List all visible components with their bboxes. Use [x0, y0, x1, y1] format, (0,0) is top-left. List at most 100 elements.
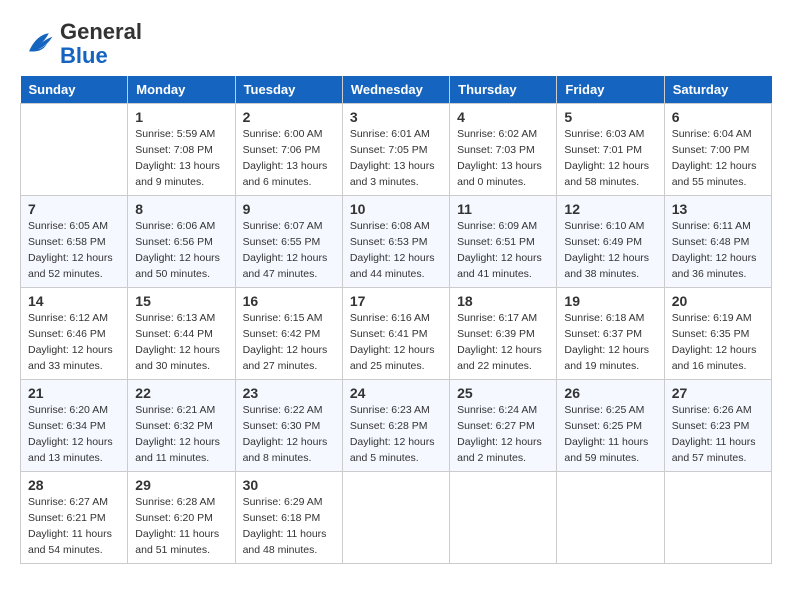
calendar-cell: 4Sunrise: 6:02 AMSunset: 7:03 PMDaylight…: [450, 104, 557, 196]
calendar-table: SundayMondayTuesdayWednesdayThursdayFrid…: [20, 76, 772, 564]
day-number: 30: [243, 477, 335, 493]
day-number: 8: [135, 201, 227, 217]
day-info: Sunrise: 6:26 AMSunset: 6:23 PMDaylight:…: [672, 403, 764, 466]
day-info: Sunrise: 6:25 AMSunset: 6:25 PMDaylight:…: [564, 403, 656, 466]
day-number: 9: [243, 201, 335, 217]
week-row-4: 21Sunrise: 6:20 AMSunset: 6:34 PMDayligh…: [21, 380, 772, 472]
week-row-1: 1 Sunrise: 5:59 AMSunset: 7:08 PMDaylight…: [21, 104, 772, 196]
calendar-cell: 23 Sunrise: 6:22 AMSunset: 6:30 PMDayligh…: [235, 380, 342, 472]
day-header-monday: Monday: [128, 76, 235, 104]
day-header-wednesday: Wednesday: [342, 76, 449, 104]
logo-bird-icon: [20, 26, 56, 62]
calendar-cell: 5 Sunrise: 6:03 AMSunset: 7:01 PMDaylight…: [557, 104, 664, 196]
calendar-cell: 26 Sunrise: 6:25 AMSunset: 6:25 PMDayligh…: [557, 380, 664, 472]
day-number: 2: [243, 109, 335, 125]
day-number: 18: [457, 293, 549, 309]
day-info: Sunrise: 6:11 AMSunset: 6:48 PMDaylight:…: [672, 219, 764, 282]
day-number: 16: [243, 293, 335, 309]
day-info: Sunrise: 6:16 AMSunset: 6:41 PMDaylight:…: [350, 311, 442, 374]
day-header-saturday: Saturday: [664, 76, 771, 104]
calendar-cell: 1 Sunrise: 5:59 AMSunset: 7:08 PMDaylight…: [128, 104, 235, 196]
day-number: 26: [564, 385, 656, 401]
calendar-cell: 6Sunrise: 6:04 AMSunset: 7:00 PMDaylight…: [664, 104, 771, 196]
calendar-cell: 14Sunrise: 6:12 AMSunset: 6:46 PMDayligh…: [21, 288, 128, 380]
day-info: Sunrise: 5:59 AMSunset: 7:08 PMDaylight:…: [135, 127, 227, 190]
week-row-2: 7 Sunrise: 6:05 AMSunset: 6:58 PMDaylight…: [21, 196, 772, 288]
logo-text-line2: Blue: [60, 44, 142, 68]
calendar-cell: 7 Sunrise: 6:05 AMSunset: 6:58 PMDaylight…: [21, 196, 128, 288]
day-header-tuesday: Tuesday: [235, 76, 342, 104]
calendar-cell: [342, 472, 449, 564]
logo: General Blue: [20, 20, 142, 68]
day-info: Sunrise: 6:15 AMSunset: 6:42 PMDaylight:…: [243, 311, 335, 374]
calendar-cell: 11 Sunrise: 6:09 AMSunset: 6:51 PMDayligh…: [450, 196, 557, 288]
calendar-cell: 13Sunrise: 6:11 AMSunset: 6:48 PMDayligh…: [664, 196, 771, 288]
day-number: 20: [672, 293, 764, 309]
day-info: Sunrise: 6:01 AMSunset: 7:05 PMDaylight:…: [350, 127, 442, 190]
calendar-cell: 2Sunrise: 6:00 AMSunset: 7:06 PMDaylight…: [235, 104, 342, 196]
calendar-cell: 24Sunrise: 6:23 AMSunset: 6:28 PMDayligh…: [342, 380, 449, 472]
calendar-cell: 17 Sunrise: 6:16 AMSunset: 6:41 PMDayligh…: [342, 288, 449, 380]
day-number: 23: [243, 385, 335, 401]
calendar-cell: 22 Sunrise: 6:21 AMSunset: 6:32 PMDayligh…: [128, 380, 235, 472]
day-number: 12: [564, 201, 656, 217]
calendar-cell: 16 Sunrise: 6:15 AMSunset: 6:42 PMDayligh…: [235, 288, 342, 380]
week-row-3: 14Sunrise: 6:12 AMSunset: 6:46 PMDayligh…: [21, 288, 772, 380]
calendar-cell: 25 Sunrise: 6:24 AMSunset: 6:27 PMDayligh…: [450, 380, 557, 472]
calendar-cell: 30 Sunrise: 6:29 AMSunset: 6:18 PMDayligh…: [235, 472, 342, 564]
day-info: Sunrise: 6:12 AMSunset: 6:46 PMDaylight:…: [28, 311, 120, 374]
day-info: Sunrise: 6:22 AMSunset: 6:30 PMDaylight:…: [243, 403, 335, 466]
day-info: Sunrise: 6:03 AMSunset: 7:01 PMDaylight:…: [564, 127, 656, 190]
calendar-cell: [450, 472, 557, 564]
day-number: 15: [135, 293, 227, 309]
day-info: Sunrise: 6:27 AMSunset: 6:21 PMDaylight:…: [28, 495, 120, 558]
day-header-sunday: Sunday: [21, 76, 128, 104]
day-info: Sunrise: 6:24 AMSunset: 6:27 PMDaylight:…: [457, 403, 549, 466]
day-info: Sunrise: 6:06 AMSunset: 6:56 PMDaylight:…: [135, 219, 227, 282]
day-header-friday: Friday: [557, 76, 664, 104]
calendar-cell: 15 Sunrise: 6:13 AMSunset: 6:44 PMDayligh…: [128, 288, 235, 380]
day-info: Sunrise: 6:10 AMSunset: 6:49 PMDaylight:…: [564, 219, 656, 282]
day-info: Sunrise: 6:29 AMSunset: 6:18 PMDaylight:…: [243, 495, 335, 558]
day-number: 22: [135, 385, 227, 401]
day-number: 11: [457, 201, 549, 217]
day-info: Sunrise: 6:21 AMSunset: 6:32 PMDaylight:…: [135, 403, 227, 466]
day-number: 19: [564, 293, 656, 309]
day-info: Sunrise: 6:13 AMSunset: 6:44 PMDaylight:…: [135, 311, 227, 374]
day-number: 21: [28, 385, 120, 401]
calendar-cell: 9 Sunrise: 6:07 AMSunset: 6:55 PMDaylight…: [235, 196, 342, 288]
calendar-cell: 10 Sunrise: 6:08 AMSunset: 6:53 PMDayligh…: [342, 196, 449, 288]
day-info: Sunrise: 6:05 AMSunset: 6:58 PMDaylight:…: [28, 219, 120, 282]
day-number: 29: [135, 477, 227, 493]
day-number: 25: [457, 385, 549, 401]
calendar-cell: 21Sunrise: 6:20 AMSunset: 6:34 PMDayligh…: [21, 380, 128, 472]
calendar-cell: 27 Sunrise: 6:26 AMSunset: 6:23 PMDayligh…: [664, 380, 771, 472]
calendar-cell: 20Sunrise: 6:19 AMSunset: 6:35 PMDayligh…: [664, 288, 771, 380]
day-header-thursday: Thursday: [450, 76, 557, 104]
calendar-cell: 18 Sunrise: 6:17 AMSunset: 6:39 PMDayligh…: [450, 288, 557, 380]
calendar-cell: 19Sunrise: 6:18 AMSunset: 6:37 PMDayligh…: [557, 288, 664, 380]
day-info: Sunrise: 6:08 AMSunset: 6:53 PMDaylight:…: [350, 219, 442, 282]
day-number: 27: [672, 385, 764, 401]
day-info: Sunrise: 6:17 AMSunset: 6:39 PMDaylight:…: [457, 311, 549, 374]
day-number: 7: [28, 201, 120, 217]
logo-text-line1: General: [60, 20, 142, 44]
calendar-cell: 12 Sunrise: 6:10 AMSunset: 6:49 PMDayligh…: [557, 196, 664, 288]
calendar-cell: [557, 472, 664, 564]
calendar-cell: 28 Sunrise: 6:27 AMSunset: 6:21 PMDayligh…: [21, 472, 128, 564]
day-info: Sunrise: 6:02 AMSunset: 7:03 PMDaylight:…: [457, 127, 549, 190]
day-number: 5: [564, 109, 656, 125]
calendar-cell: [664, 472, 771, 564]
day-number: 17: [350, 293, 442, 309]
day-info: Sunrise: 6:28 AMSunset: 6:20 PMDaylight:…: [135, 495, 227, 558]
day-number: 10: [350, 201, 442, 217]
day-number: 1: [135, 109, 227, 125]
day-info: Sunrise: 6:23 AMSunset: 6:28 PMDaylight:…: [350, 403, 442, 466]
day-number: 3: [350, 109, 442, 125]
week-row-5: 28 Sunrise: 6:27 AMSunset: 6:21 PMDayligh…: [21, 472, 772, 564]
day-number: 28: [28, 477, 120, 493]
day-info: Sunrise: 6:09 AMSunset: 6:51 PMDaylight:…: [457, 219, 549, 282]
calendar-cell: 29 Sunrise: 6:28 AMSunset: 6:20 PMDayligh…: [128, 472, 235, 564]
calendar-cell: [21, 104, 128, 196]
day-info: Sunrise: 6:07 AMSunset: 6:55 PMDaylight:…: [243, 219, 335, 282]
